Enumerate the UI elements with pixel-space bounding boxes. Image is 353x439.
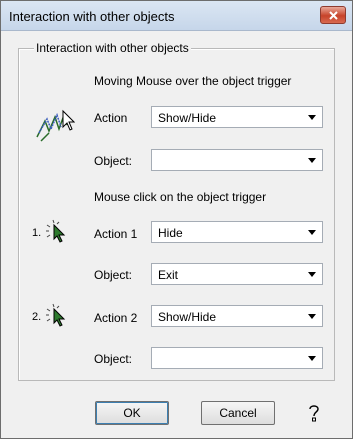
step-2-number: 2. [32,311,42,323]
action1-value: Hide [158,226,183,240]
object-select[interactable] [151,149,323,171]
help-icon[interactable] [307,403,321,423]
cancel-button[interactable]: Cancel [201,401,275,425]
object-dropdown-arrow[interactable] [302,150,322,170]
mouse-over-heading: Moving Mouse over the object trigger [94,74,292,88]
mouse-click-heading: Mouse click on the object trigger [94,190,267,204]
chevron-down-icon [308,230,316,235]
chevron-down-icon [308,314,316,319]
action2-select[interactable]: Show/Hide [151,305,323,327]
action1-select[interactable]: Hide [151,221,323,243]
interaction-group [18,48,335,381]
chevron-down-icon [308,272,316,277]
close-icon [329,11,338,20]
close-button[interactable] [320,6,346,24]
action-value: Show/Hide [158,111,217,125]
action2-dropdown-arrow[interactable] [302,306,322,326]
object2-label: Object: [94,352,133,366]
mouse-over-trigger-icon [36,109,75,142]
group-legend: Interaction with other objects [34,41,191,55]
object1-select[interactable]: Exit [151,263,323,285]
window-title: Interaction with other objects [9,9,175,24]
step-1-number: 1. [32,227,42,239]
action1-dropdown-arrow[interactable] [302,222,322,242]
object1-label: Object: [94,268,133,282]
object2-select[interactable] [151,347,323,369]
action1-label: Action 1 [94,227,138,241]
action-dropdown-arrow[interactable] [302,107,322,127]
ok-button[interactable]: OK [95,401,169,425]
mouse-click-icon [46,219,66,243]
action2-value: Show/Hide [158,310,217,324]
object1-dropdown-arrow[interactable] [302,264,322,284]
title-bar[interactable]: Interaction with other objects [1,1,352,31]
object1-value: Exit [158,268,179,282]
mouse-click-icon [46,303,66,327]
object-label: Object: [94,154,133,168]
chevron-down-icon [308,115,316,120]
chevron-down-icon [308,356,316,361]
action-label: Action [94,111,128,125]
chevron-down-icon [308,158,316,163]
action2-label: Action 2 [94,311,138,325]
dialog-window: Interaction with other objects Interacti… [0,0,353,439]
action-select[interactable]: Show/Hide [151,106,323,128]
object2-dropdown-arrow[interactable] [302,348,322,368]
